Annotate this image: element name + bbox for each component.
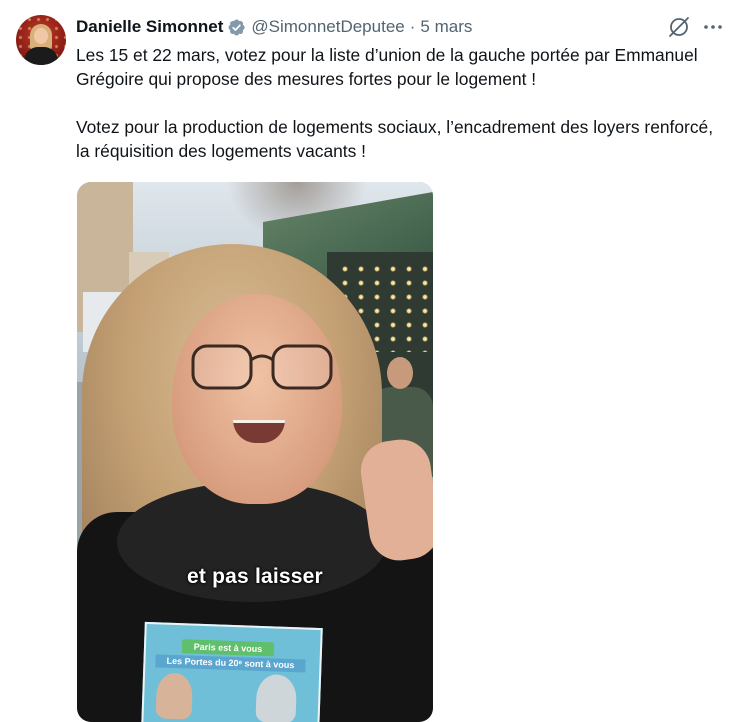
flyer-subtitle: Les Portes du 20ᵉ sont à vous	[155, 654, 306, 673]
author-name[interactable]: Danielle Simonnet	[76, 17, 223, 37]
flyer-portrait	[155, 672, 194, 720]
author-handle[interactable]: @SimonnetDeputee	[251, 17, 404, 37]
video-flyer: Paris est à vous Les Portes du 20ᵉ sont …	[141, 621, 323, 722]
flyer-portrait	[255, 673, 298, 722]
more-options-icon[interactable]	[700, 14, 726, 40]
video-caption: et pas laisser	[187, 565, 323, 588]
tweet-paragraph: Votez pour la production de logements so…	[76, 117, 714, 161]
avatar-body	[24, 47, 58, 65]
tweet[interactable]: Danielle Simonnet @SimonnetDeputee · 5 m…	[0, 0, 739, 722]
video-player[interactable]: et pas laisser Paris est à vous Les Port…	[77, 182, 433, 722]
video-speaker-glasses	[191, 344, 333, 390]
tweet-timestamp[interactable]: 5 mars	[420, 17, 472, 37]
avatar-face	[34, 28, 48, 44]
avatar[interactable]	[16, 15, 66, 65]
tweet-text: Les 15 et 22 mars, votez pour la liste d…	[76, 43, 726, 163]
verified-badge-icon[interactable]	[227, 18, 246, 37]
video-speaker-face	[172, 294, 342, 504]
header-separator: ·	[409, 17, 416, 36]
flyer-title: Paris est à vous	[181, 639, 275, 657]
tweet-paragraph: Les 15 et 22 mars, votez pour la liste d…	[76, 45, 698, 89]
tweet-header: Danielle Simonnet @SimonnetDeputee · 5 m…	[76, 15, 472, 39]
grok-icon[interactable]	[666, 14, 692, 40]
